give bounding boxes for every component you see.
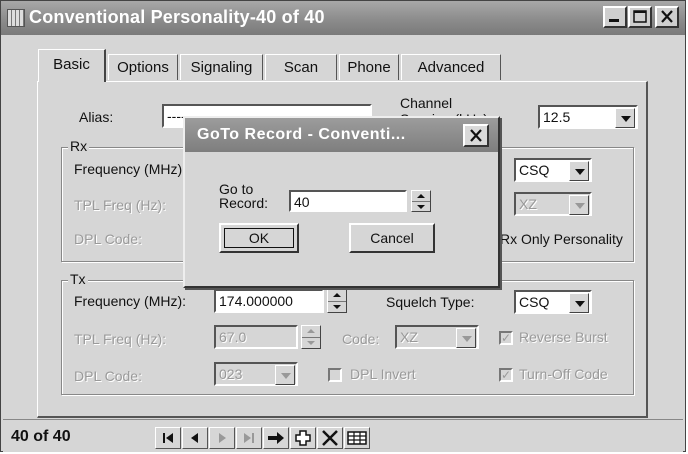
tab-phone[interactable]: Phone — [339, 54, 399, 80]
add-record-icon — [295, 430, 311, 446]
goto-record-spinner[interactable] — [411, 190, 431, 212]
record-navigation-bar: 40 of 40 — [3, 419, 683, 452]
goto-label-line1: Go to — [219, 181, 254, 197]
grid-view-icon — [347, 431, 367, 445]
tab-options[interactable]: Options — [108, 54, 178, 80]
tab-basic[interactable]: Basic — [38, 49, 106, 82]
goto-record-input[interactable]: 40 — [289, 190, 407, 212]
last-record-icon — [244, 433, 254, 443]
next-record-button[interactable] — [209, 427, 235, 449]
tab-signaling[interactable]: Signaling — [180, 54, 263, 80]
grid-view-button[interactable] — [344, 427, 370, 449]
close-icon — [661, 10, 673, 23]
previous-record-button[interactable] — [182, 427, 208, 449]
tab-advanced[interactable]: Advanced — [401, 54, 501, 80]
add-record-button[interactable] — [290, 427, 316, 449]
previous-record-icon — [191, 433, 198, 443]
maximize-icon — [633, 10, 647, 23]
maximize-button[interactable] — [628, 6, 652, 28]
close-icon — [470, 129, 482, 142]
close-button[interactable] — [655, 6, 679, 28]
first-record-button[interactable] — [155, 427, 181, 449]
minimize-icon — [609, 19, 619, 22]
cancel-button[interactable]: Cancel — [349, 223, 435, 253]
record-count: 40 of 40 — [11, 428, 71, 445]
title-bar[interactable]: Conventional Personality-40 of 40 — [1, 1, 685, 35]
spin-down-icon[interactable] — [412, 201, 430, 211]
minimize-button[interactable] — [603, 6, 627, 28]
main-window: Conventional Personality-40 of 40 Basic … — [0, 0, 686, 452]
goto-record-button[interactable] — [263, 427, 289, 449]
window-title: Conventional Personality-40 of 40 — [29, 7, 325, 27]
delete-record-button[interactable] — [317, 427, 343, 449]
dialog-title: GoTo Record - Conventi... — [197, 126, 406, 143]
next-record-icon — [219, 433, 226, 443]
goto-label-line2: Record: — [219, 195, 269, 211]
dialog-title-bar[interactable]: GoTo Record - Conventi... — [185, 118, 498, 152]
spin-up-icon[interactable] — [412, 191, 430, 201]
delete-record-icon — [322, 430, 338, 446]
goto-record-icon — [268, 432, 284, 444]
first-record-icon — [163, 433, 173, 443]
goto-record-dialog: GoTo Record - Conventi... Go to Record: … — [183, 116, 500, 288]
dialog-close-button[interactable] — [463, 124, 489, 147]
tab-scan[interactable]: Scan — [265, 54, 337, 80]
goto-record-label: Go to Record: — [219, 182, 268, 210]
app-icon — [7, 9, 25, 27]
last-record-button[interactable] — [236, 427, 262, 449]
ok-button[interactable]: OK — [219, 223, 299, 253]
